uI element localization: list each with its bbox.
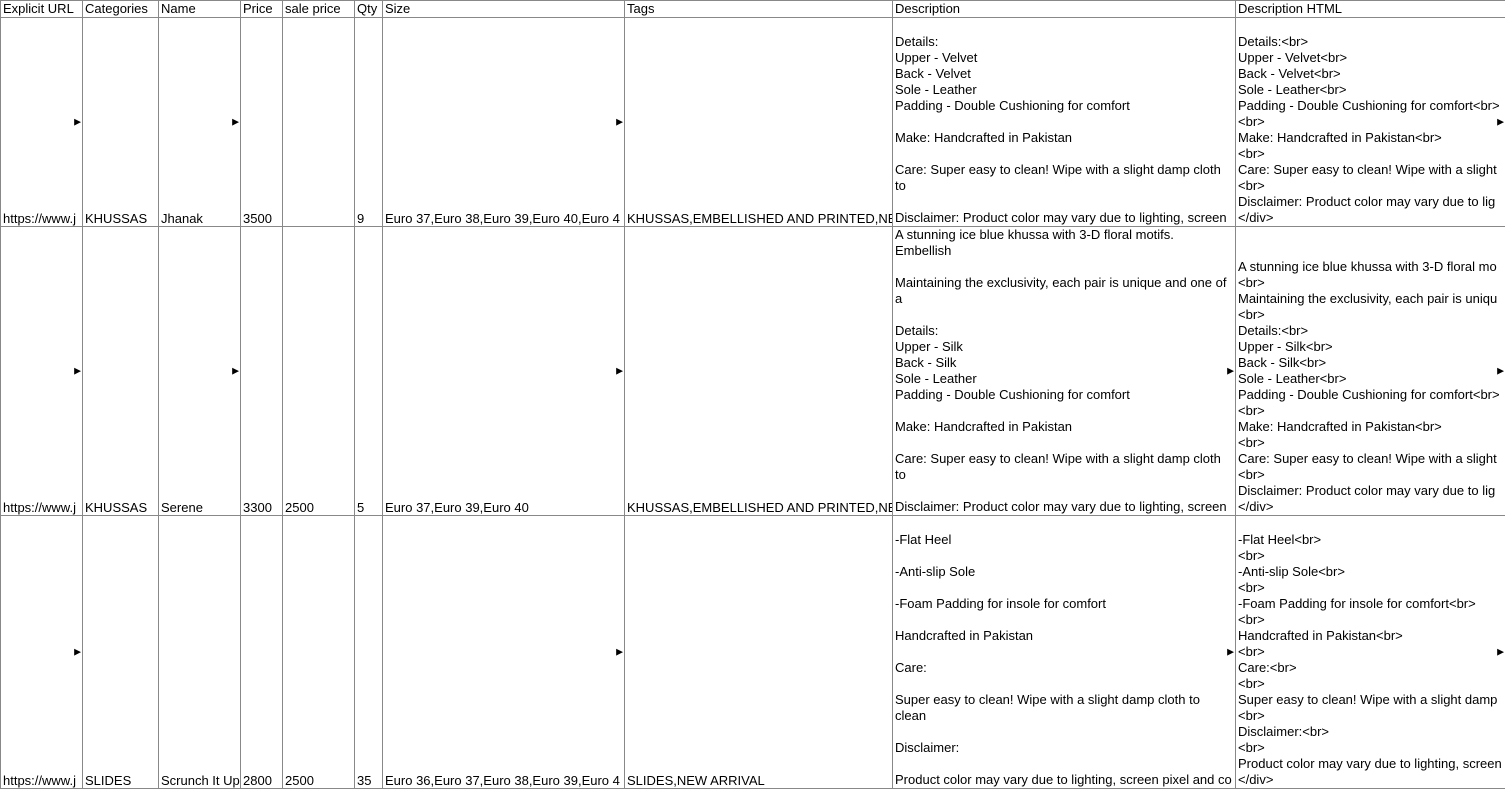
overflow-icon: ▶ [74,647,81,658]
cell-url[interactable]: https://www.j▶ [1,227,83,516]
cell-categories[interactable]: SLIDES [83,516,159,789]
cell-qty[interactable]: 9 [355,18,383,227]
header-categories[interactable]: Categories [83,1,159,18]
overflow-icon: ▶ [616,647,623,658]
cell-sale[interactable]: 2500 [283,227,355,516]
header-url[interactable]: Explicit URL [1,1,83,18]
header-price[interactable]: Price [241,1,283,18]
cell-categories[interactable]: KHUSSAS [83,227,159,516]
header-name[interactable]: Name [159,1,241,18]
header-tags[interactable]: Tags [625,1,893,18]
cell-tags[interactable]: SLIDES,NEW ARRIVAL [625,516,893,789]
header-sale[interactable]: sale price [283,1,355,18]
cell-deschtml[interactable]: A stunning ice blue khussa with 3-D flor… [1236,227,1505,516]
cell-price[interactable]: 3300 [241,227,283,516]
header-row: Explicit URL Categories Name Price sale … [1,1,1505,18]
cell-sale[interactable] [283,18,355,227]
cell-categories[interactable]: KHUSSAS [83,18,159,227]
cell-size[interactable]: Euro 37,Euro 38,Euro 39,Euro 40,Euro 4▶ [383,18,625,227]
product-table[interactable]: Explicit URL Categories Name Price sale … [0,0,1505,789]
cell-size[interactable]: Euro 36,Euro 37,Euro 38,Euro 39,Euro 4▶ [383,516,625,789]
table-row[interactable]: https://www.j▶ KHUSSAS Serene▶ 3300 2500… [1,227,1505,516]
cell-tags[interactable]: KHUSSAS,EMBELLISHED AND PRINTED,NE [625,227,893,516]
header-size[interactable]: Size [383,1,625,18]
cell-tags[interactable]: KHUSSAS,EMBELLISHED AND PRINTED,NE [625,18,893,227]
cell-sale[interactable]: 2500 [283,516,355,789]
cell-url[interactable]: https://www.j▶ [1,516,83,789]
cell-url[interactable]: https://www.j▶ [1,18,83,227]
cell-deschtml[interactable]: Details:<br> Upper - Velvet<br> Back - V… [1236,18,1505,227]
overflow-icon: ▶ [616,366,623,377]
cell-name[interactable]: Serene▶ [159,227,241,516]
cell-qty[interactable]: 35 [355,516,383,789]
header-desc[interactable]: Description [893,1,1236,18]
overflow-icon: ▶ [232,366,239,377]
cell-name[interactable]: Jhanak▶ [159,18,241,227]
overflow-icon: ▶ [616,117,623,128]
header-qty[interactable]: Qty [355,1,383,18]
cell-deschtml[interactable]: -Flat Heel<br> <br> -Anti-slip Sole<br> … [1236,516,1505,789]
header-deschtml[interactable]: Description HTML [1236,1,1505,18]
cell-qty[interactable]: 5 [355,227,383,516]
overflow-icon: ▶ [232,117,239,128]
table-row[interactable]: https://www.j▶ SLIDES Scrunch It Up 2800… [1,516,1505,789]
overflow-icon: ▶ [74,117,81,128]
cell-desc[interactable]: A stunning ice blue khussa with 3-D flor… [893,227,1236,516]
overflow-icon: ▶ [74,366,81,377]
table-row[interactable]: https://www.j▶ KHUSSAS Jhanak▶ 3500 9 Eu… [1,18,1505,227]
cell-desc[interactable]: -Flat Heel -Anti-slip Sole -Foam Padding… [893,516,1236,789]
cell-name[interactable]: Scrunch It Up [159,516,241,789]
cell-price[interactable]: 3500 [241,18,283,227]
cell-price[interactable]: 2800 [241,516,283,789]
cell-desc[interactable]: Details: Upper - Velvet Back - Velvet So… [893,18,1236,227]
cell-size[interactable]: Euro 37,Euro 39,Euro 40▶ [383,227,625,516]
